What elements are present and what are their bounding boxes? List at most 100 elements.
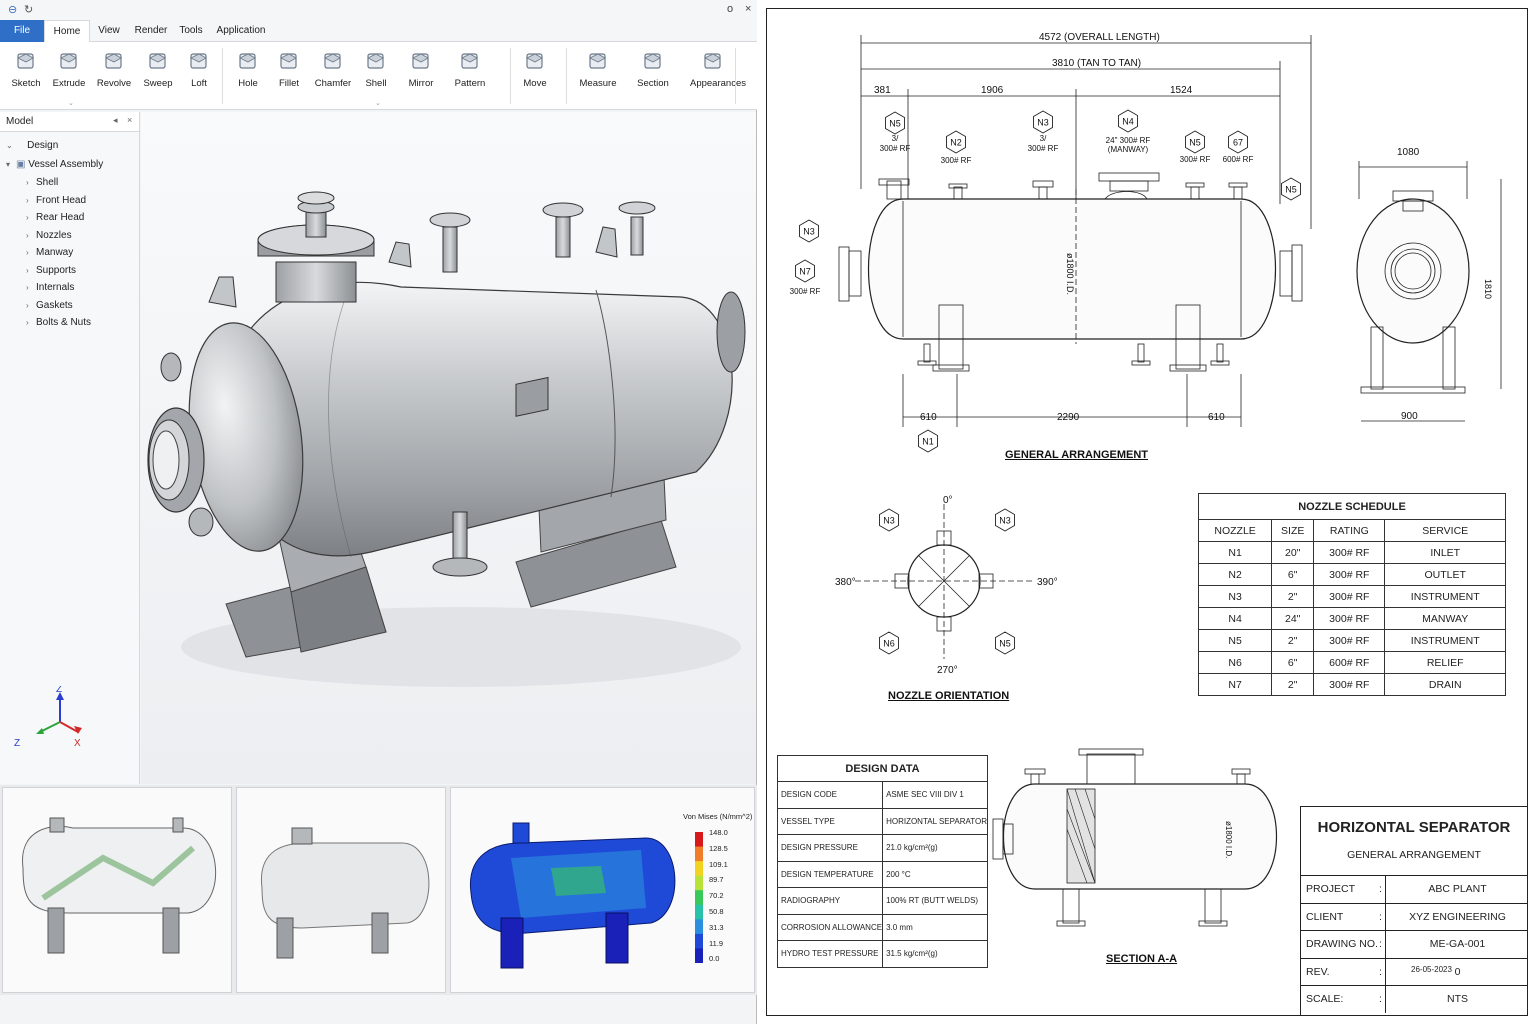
- hole-button[interactable]: Hole: [225, 48, 271, 98]
- design-data-key: DESIGN PRESSURE: [776, 834, 884, 862]
- appearances-button[interactable]: Appearances: [690, 48, 746, 98]
- nozzle-spec-text: 300# RF: [790, 287, 821, 296]
- chevron-right-icon[interactable]: ›: [26, 248, 36, 257]
- tree-item-front-head[interactable]: › Front Head: [26, 195, 86, 206]
- fillet-icon: [280, 53, 297, 69]
- table-row: N3 2" 300# RF INSTRUMENT: [1197, 585, 1506, 608]
- table-row: N7 2" 300# RF DRAIN: [1197, 673, 1506, 696]
- thumbnail-transparent-view[interactable]: [236, 787, 446, 993]
- title-block-subtitle: GENERAL ARRANGEMENT: [1347, 849, 1481, 861]
- chevron-right-icon[interactable]: ›: [26, 178, 36, 187]
- chevron-right-icon[interactable]: ›: [26, 213, 36, 222]
- tree-item-internals[interactable]: › Internals: [26, 282, 74, 293]
- chevron-right-icon[interactable]: ›: [26, 266, 36, 275]
- move-button[interactable]: Move: [512, 48, 558, 98]
- section-button[interactable]: Section: [630, 48, 676, 98]
- tab-application[interactable]: Application: [214, 20, 268, 42]
- tree-item-label: Rear Head: [36, 212, 85, 223]
- thumbnail-fea-view[interactable]: Von Mises (N/mm^2) 148.0 128.5 109.1 89.7 70…: [450, 787, 755, 993]
- 3d-viewport[interactable]: [141, 112, 756, 784]
- chevron-down-icon[interactable]: ⌄: [375, 99, 381, 107]
- tree-assembly[interactable]: ▾ ▣ Vessel Assembly: [6, 159, 103, 170]
- measure-button[interactable]: Measure: [575, 48, 621, 98]
- sweep-button[interactable]: Sweep: [135, 48, 181, 98]
- nozzle-tag-label: N6: [883, 639, 895, 649]
- title-block-colon: :: [1379, 938, 1382, 950]
- tree-item-manway[interactable]: › Manway: [26, 247, 73, 258]
- title-block-title: HORIZONTAL SEPARATOR: [1317, 819, 1511, 836]
- tree-item-supports[interactable]: › Supports: [26, 265, 76, 276]
- tree-item-label: Bolts & Nuts: [36, 317, 92, 328]
- minimize-button[interactable]: o: [727, 3, 733, 15]
- chamfer-button[interactable]: Chamfer: [310, 48, 356, 98]
- table-row: CORROSION ALLOWANCE 3.0 mm: [776, 913, 988, 941]
- chevron-down-icon[interactable]: ⌄: [68, 99, 74, 107]
- legend-band: [695, 933, 703, 949]
- nozzle-tag: N5: [995, 631, 1015, 655]
- title-block-value: ME-GA-001: [1385, 931, 1527, 958]
- pattern-button[interactable]: Pattern: [447, 48, 493, 98]
- close-panel-icon[interactable]: ×: [127, 115, 132, 125]
- chevron-right-icon[interactable]: ›: [26, 301, 36, 310]
- quick-access-redo-icon[interactable]: ↻: [24, 3, 33, 16]
- close-button[interactable]: ×: [745, 3, 751, 15]
- shell-icon: [367, 53, 384, 69]
- extrude-button[interactable]: Extrude: [46, 48, 92, 98]
- vessel-3d-model[interactable]: [141, 112, 756, 784]
- tab-view[interactable]: View: [92, 20, 126, 42]
- mirror-icon: [412, 53, 429, 69]
- tree-item-label: Shell: [36, 177, 59, 188]
- sweep-icon: [149, 53, 166, 69]
- chevron-right-icon[interactable]: ›: [26, 318, 36, 327]
- tree-item-bolts-nuts[interactable]: › Bolts & Nuts: [26, 317, 91, 328]
- thumbnail-internals-view[interactable]: [2, 787, 232, 993]
- view-triad[interactable]: Z X Z: [12, 686, 82, 750]
- nozzle-spec-text: 300# RF: [880, 144, 911, 153]
- ribbon-separator: [735, 48, 736, 104]
- chevron-right-icon[interactable]: ›: [26, 283, 36, 292]
- model-browser-title: Model: [6, 116, 34, 127]
- tab-tools[interactable]: Tools: [175, 20, 207, 42]
- quick-access-logo-icon[interactable]: ⊖: [8, 3, 17, 16]
- pin-icon[interactable]: ◂: [113, 115, 118, 126]
- chevron-right-icon[interactable]: ›: [26, 231, 36, 240]
- table-header: RATING: [1313, 519, 1386, 542]
- title-block-row: PROJECT: ABC PLANT: [1301, 875, 1527, 903]
- tree-item-gaskets[interactable]: › Gaskets: [26, 300, 73, 311]
- loft-button[interactable]: Loft: [176, 48, 222, 98]
- tab-file[interactable]: File: [0, 20, 44, 42]
- mirror-button[interactable]: Mirror: [398, 48, 444, 98]
- tab-home[interactable]: Home: [44, 20, 90, 42]
- title-block-key: REV.: [1306, 965, 1330, 978]
- tree-item-shell[interactable]: › Shell: [26, 177, 58, 188]
- tree-item-label: Gaskets: [36, 299, 73, 311]
- tree-item-rear-head[interactable]: › Rear Head: [26, 212, 84, 223]
- tree-item-label: Nozzles: [36, 229, 72, 241]
- chevron-down-icon[interactable]: ⌄: [6, 141, 16, 150]
- sketch-button[interactable]: Sketch: [3, 48, 49, 98]
- hole-icon: [239, 53, 256, 69]
- legend-band: [695, 919, 703, 935]
- tree-item-nozzles[interactable]: › Nozzles: [26, 230, 72, 241]
- tree-root-design[interactable]: ⌄ Design: [6, 140, 58, 151]
- table-cell: 2": [1271, 673, 1315, 696]
- nozzle-tag-label: N5: [1285, 185, 1297, 195]
- nozzle-spec-text: 600# RF: [1223, 155, 1254, 164]
- nozzle-spec-text: 3/: [1040, 134, 1047, 143]
- revolve-button[interactable]: Revolve: [91, 48, 137, 98]
- tab-render[interactable]: Render: [131, 20, 171, 42]
- nozzle-tag-label: N3: [1037, 118, 1049, 128]
- title-block-colon: :: [1379, 910, 1382, 923]
- table-cell: 300# RF: [1313, 541, 1386, 564]
- shell-button[interactable]: Shell: [353, 48, 399, 98]
- chevron-down-icon[interactable]: ▾: [6, 160, 16, 169]
- fillet-button[interactable]: Fillet: [266, 48, 312, 98]
- tree-item-label: Front Head: [36, 194, 87, 206]
- sketch-label: Sketch: [11, 78, 41, 89]
- table-header: SERVICE: [1384, 519, 1506, 542]
- title-block-value: XYZ ENGINEERING: [1385, 903, 1527, 931]
- dimension-text: 610: [920, 412, 937, 423]
- table-cell: N2: [1197, 563, 1273, 586]
- table-row: DESIGN CODE ASME SEC VIII DIV 1: [776, 781, 988, 809]
- chevron-right-icon[interactable]: ›: [26, 196, 36, 205]
